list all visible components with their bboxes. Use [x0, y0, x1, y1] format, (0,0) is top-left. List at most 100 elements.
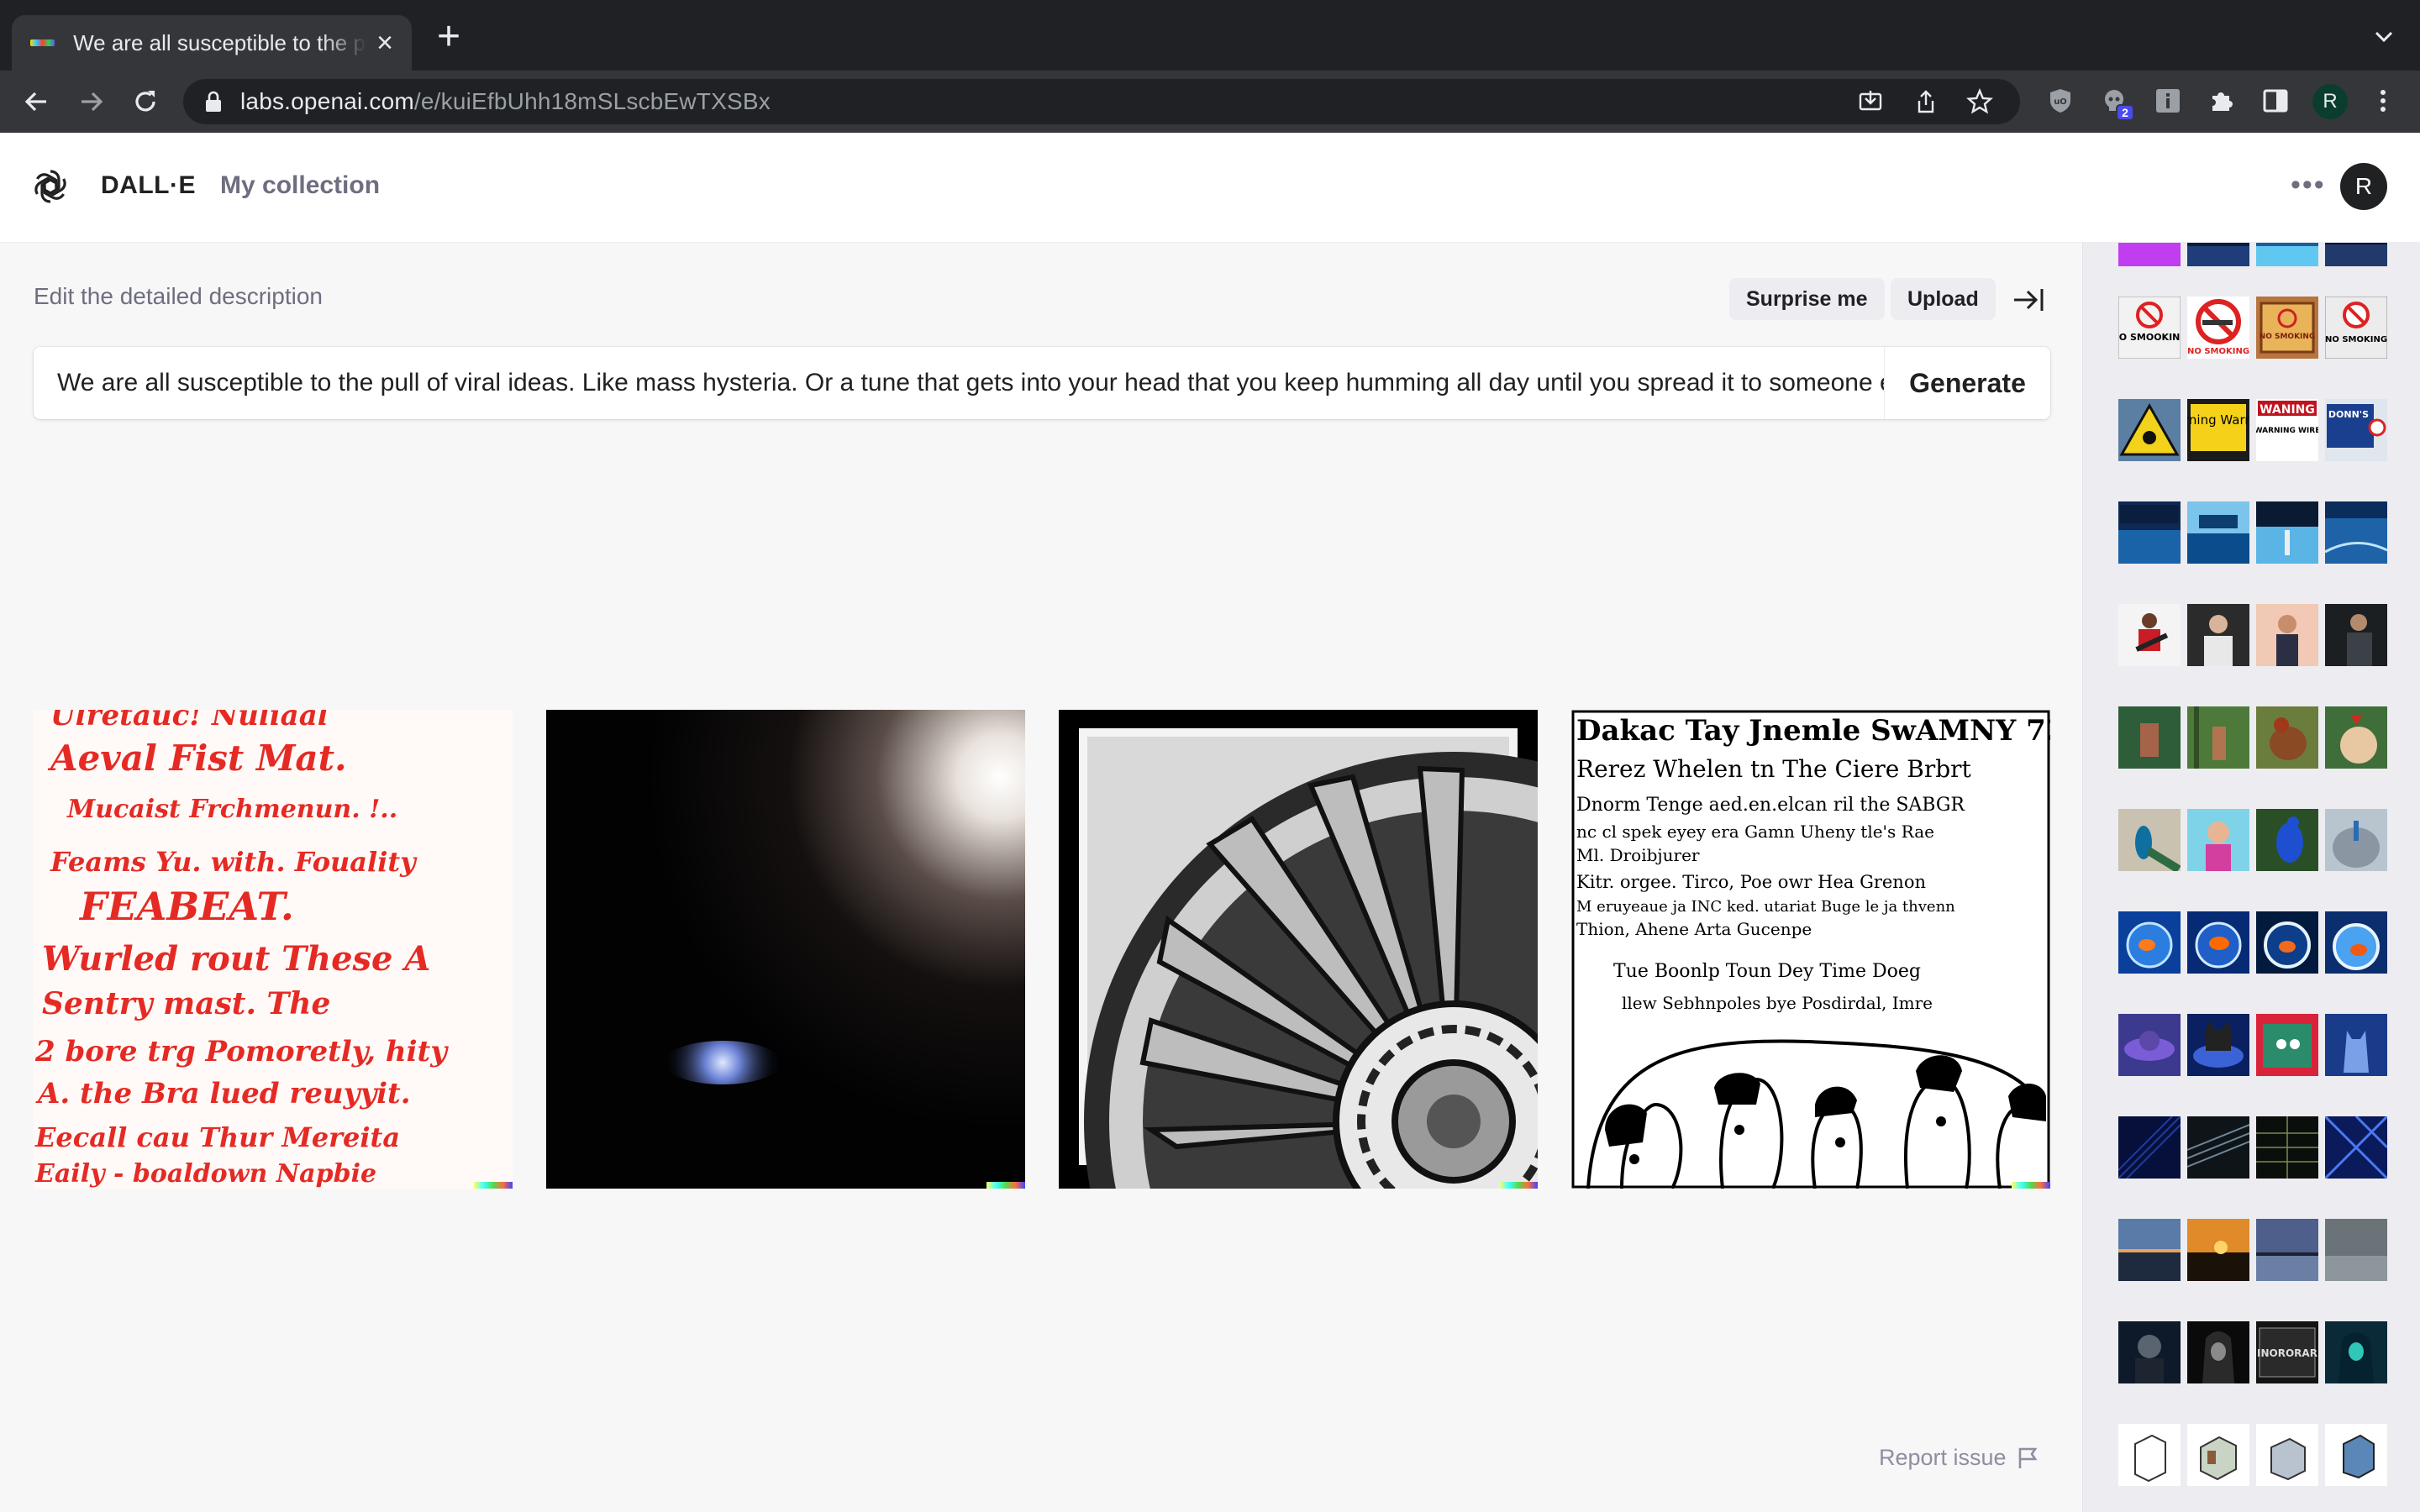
result-image-4[interactable]: Dakac Tay Jnemle SwAMNY 725 Rerez Whelen…: [1571, 710, 2050, 1189]
share-icon[interactable]: [1911, 87, 1941, 117]
browser-profile-avatar[interactable]: R: [2312, 84, 2348, 119]
info-extension-icon[interactable]: [2153, 86, 2183, 116]
history-thumbnail[interactable]: [2256, 243, 2318, 266]
extensions-puzzle-icon[interactable]: [2207, 86, 2237, 116]
browser-tab[interactable]: We are all susceptible to the pull of vi…: [12, 15, 412, 71]
result-image-2[interactable]: [546, 710, 1025, 1189]
history-thumbnail[interactable]: [2256, 809, 2318, 871]
history-thumbnail[interactable]: WANING WARNING WIRE: [2256, 399, 2318, 461]
history-thumbnail[interactable]: Warning Warning: [2187, 399, 2249, 461]
history-thumbnail[interactable]: [2325, 604, 2387, 666]
handwriting-line: Wurled rout These A: [42, 939, 430, 979]
history-thumbnail[interactable]: [2118, 1116, 2181, 1179]
generate-button[interactable]: Generate: [1884, 347, 2050, 419]
history-thumbnail[interactable]: [2187, 501, 2249, 564]
history-thumbnail[interactable]: [2325, 809, 2387, 871]
history-thumbnail[interactable]: [2256, 1014, 2318, 1076]
flag-icon: [2018, 1447, 2038, 1468]
collapse-sidebar-icon[interactable]: [2012, 285, 2045, 315]
history-thumbnail[interactable]: [2187, 706, 2249, 769]
prompt-input[interactable]: We are all susceptible to the pull of vi…: [34, 347, 1884, 419]
thumb-text: NO SMOKING: [2325, 335, 2387, 344]
history-thumbnail[interactable]: [2118, 1219, 2181, 1281]
comic-line: llew Sebhnpoles bye Posdirdal, Imre: [1622, 993, 1933, 1013]
history-thumbnail[interactable]: [2187, 1321, 2249, 1383]
history-row: [2118, 501, 2387, 564]
openai-logo-icon[interactable]: [30, 166, 71, 207]
close-tab-icon[interactable]: ×: [376, 29, 393, 57]
history-thumbnail[interactable]: [2187, 1219, 2249, 1281]
history-thumbnail[interactable]: [2325, 1321, 2387, 1383]
history-thumbnail[interactable]: [2325, 501, 2387, 564]
thumb-text: NO SMOKING: [2260, 333, 2316, 341]
history-thumbnail[interactable]: [2256, 1424, 2318, 1486]
ublock-extension-icon[interactable]: uO: [2045, 86, 2075, 116]
history-thumbnail[interactable]: [2118, 911, 2181, 974]
history-thumbnail[interactable]: [2118, 706, 2181, 769]
browser-menu-icon[interactable]: [2368, 86, 2398, 116]
thumb-text: INORORAR: [2257, 1347, 2317, 1359]
history-thumbnail[interactable]: [2256, 1219, 2318, 1281]
history-thumbnail[interactable]: [2325, 1116, 2387, 1179]
result-image-3[interactable]: [1059, 710, 1538, 1189]
result-image-1[interactable]: Ulretauc! Nuliaal Aeval Fist Mat. Mucais…: [34, 710, 513, 1189]
reload-icon[interactable]: [128, 84, 163, 119]
history-thumbnail[interactable]: [2187, 809, 2249, 871]
tab-search-chevron-icon[interactable]: [2373, 25, 2395, 47]
history-thumbnail[interactable]: [2325, 243, 2387, 266]
history-thumbnail[interactable]: [2187, 1424, 2249, 1486]
address-bar[interactable]: labs.openai.com/e/kuiEfbUhh18mSLscbEwTXS…: [183, 79, 2020, 124]
history-thumbnail[interactable]: [2187, 604, 2249, 666]
history-row: [2118, 1014, 2387, 1076]
tab-title: We are all susceptible to the pull of vi…: [73, 29, 366, 55]
history-thumbnail[interactable]: [2325, 1219, 2387, 1281]
history-thumbnail[interactable]: [2325, 1014, 2387, 1076]
history-thumbnail[interactable]: NO SMOKING: [2187, 297, 2249, 359]
user-avatar[interactable]: R: [2340, 163, 2387, 210]
history-thumbnail[interactable]: NO SMOKING: [2256, 297, 2318, 359]
back-icon[interactable]: [18, 84, 54, 119]
history-thumbnail[interactable]: [2118, 501, 2181, 564]
history-thumbnail[interactable]: [2256, 501, 2318, 564]
history-thumbnail[interactable]: [2118, 243, 2181, 266]
history-thumbnail[interactable]: NO SMOOKING: [2118, 297, 2181, 359]
history-sidebar[interactable]: NO SMOOKING NO SMOKING NO SMOKING NO SMO…: [2082, 243, 2420, 1512]
extension-badge: 2: [2116, 104, 2134, 121]
history-thumbnail[interactable]: [2118, 1321, 2181, 1383]
history-thumbnail[interactable]: [2256, 1116, 2318, 1179]
history-thumbnail[interactable]: [2187, 1116, 2249, 1179]
history-thumbnail[interactable]: [2187, 911, 2249, 974]
history-thumbnail[interactable]: [2118, 1014, 2181, 1076]
history-thumbnail[interactable]: NO SMOKING: [2325, 297, 2387, 359]
history-thumbnail[interactable]: [2187, 243, 2249, 266]
bookmark-star-icon[interactable]: [1965, 87, 1995, 117]
history-thumbnail[interactable]: DONN'S: [2325, 399, 2387, 461]
upload-button[interactable]: Upload: [1891, 278, 1996, 320]
history-thumbnail[interactable]: [2325, 1424, 2387, 1486]
side-panel-icon[interactable]: [2260, 86, 2291, 116]
history-thumbnail[interactable]: [2118, 809, 2181, 871]
history-thumbnail[interactable]: [2118, 399, 2181, 461]
history-thumbnail[interactable]: [2118, 604, 2181, 666]
my-collection-link[interactable]: My collection: [220, 171, 380, 200]
brand-name[interactable]: DALL·E: [101, 171, 196, 200]
report-issue-link[interactable]: Report issue: [1879, 1445, 2039, 1471]
history-thumbnail[interactable]: [2118, 1424, 2181, 1486]
history-thumbnail[interactable]: [2256, 706, 2318, 769]
handwriting-line: Aeval Fist Mat.: [47, 738, 347, 779]
comic-line: Tue Boonlp Toun Dey Time Doeg: [1613, 961, 1921, 982]
history-row: [2118, 243, 2387, 266]
history-thumbnail[interactable]: [2325, 706, 2387, 769]
history-thumbnail[interactable]: [2256, 911, 2318, 974]
history-thumbnail[interactable]: [2256, 604, 2318, 666]
history-thumbnail[interactable]: [2187, 1014, 2249, 1076]
more-options-icon[interactable]: •••: [2291, 171, 2326, 199]
browser-tab-strip: We are all susceptible to the pull of vi…: [0, 0, 2420, 71]
history-thumbnail[interactable]: INORORAR: [2256, 1321, 2318, 1383]
prompt-field: We are all susceptible to the pull of vi…: [34, 347, 2050, 419]
forward-icon[interactable]: [74, 84, 109, 119]
history-thumbnail[interactable]: [2325, 911, 2387, 974]
install-app-icon[interactable]: [1855, 87, 1886, 117]
surprise-me-button[interactable]: Surprise me: [1729, 278, 1885, 320]
new-tab-icon[interactable]: +: [437, 17, 460, 57]
